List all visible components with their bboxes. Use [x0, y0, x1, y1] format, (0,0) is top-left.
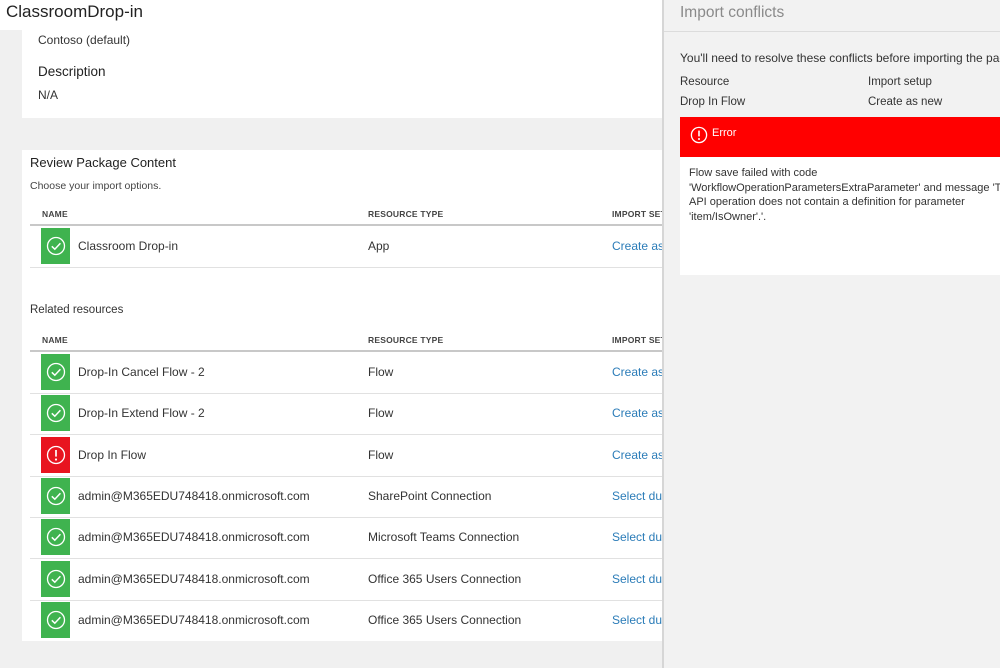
check-circle-icon: [41, 519, 70, 556]
check-circle-icon: [41, 395, 70, 432]
error-details: Flow save failed with code 'WorkflowOper…: [680, 157, 1000, 275]
import-setup-link[interactable]: Create as: [612, 239, 664, 253]
resource-label: Resource: [680, 76, 730, 88]
import-setup-link[interactable]: Create as: [612, 448, 664, 462]
resource-name: admin@M365EDU748418.onmicrosoft.com: [78, 488, 310, 503]
import-setup-link[interactable]: Create as: [612, 365, 664, 379]
related-resources-title: Related resources: [30, 304, 124, 316]
resource-name: Classroom Drop-in: [78, 239, 179, 253]
table-row: Drop-In Cancel Flow - 2 Flow Create as: [30, 352, 664, 394]
table-row: Drop-In Extend Flow - 2 Flow Create as: [30, 393, 664, 436]
page-title: ClassroomDrop-in: [6, 2, 143, 21]
check-circle-icon: [41, 601, 70, 638]
resource-type: Office 365 Users Connection: [368, 571, 522, 586]
resource-name: admin@M365EDU748418.onmicrosoft.com: [78, 612, 310, 627]
error-message: Flow save failed with code 'WorkflowOper…: [689, 166, 1000, 224]
resource-name: Drop In Flow: [78, 447, 147, 462]
error-title: Error: [712, 127, 737, 139]
import-setup-label: Import setup: [868, 76, 932, 88]
check-circle-icon: [41, 560, 70, 597]
column-header-name: NAME: [42, 209, 68, 219]
review-title: Review Package Content: [30, 155, 176, 170]
description-label: Description: [38, 64, 106, 79]
table-row: admin@M365EDU748418.onmicrosoft.com Micro…: [30, 517, 664, 560]
import-setup-link[interactable]: Select dur: [612, 572, 664, 586]
column-header-resource-type: RESOURCE TYPE: [368, 335, 444, 345]
table-row: admin@M365EDU748418.onmicrosoft.com Offic…: [30, 600, 664, 641]
resource-type: Flow: [368, 406, 394, 421]
resource-type: Flow: [368, 447, 394, 462]
panel-intro-text: You'll need to resolve these conflicts b…: [680, 51, 1000, 65]
resource-name: admin@M365EDU748418.onmicrosoft.com: [78, 530, 310, 545]
conflict-setup-value: Create as new: [868, 96, 943, 108]
conflict-resource-value: Drop In Flow: [680, 96, 746, 108]
column-header-name: NAME: [42, 335, 68, 345]
resource-name: Drop-In Extend Flow - 2: [78, 406, 205, 421]
error-message-line: 'WorkflowOperationParametersExtraParamet…: [689, 181, 1000, 194]
table-row: Drop In Flow Flow Create as: [30, 435, 664, 477]
review-subtitle: Choose your import options.: [30, 180, 162, 192]
error-message-line: 'item/IsOwner'.'.: [689, 210, 767, 223]
resource-name: Drop-In Cancel Flow - 2: [78, 365, 205, 379]
exclamation-circle-icon: [690, 126, 708, 149]
import-setup-link[interactable]: Select dur: [612, 613, 664, 627]
resource-type: Office 365 Users Connection: [368, 612, 522, 627]
error-message-line: Flow save failed with code: [689, 167, 818, 179]
resource-type: Microsoft Teams Connection: [368, 530, 520, 545]
check-circle-icon: [41, 228, 70, 264]
import-setup-link[interactable]: Select dur: [612, 530, 664, 544]
import-conflicts-panel: Import conflicts You'll need to resolve …: [662, 0, 1000, 668]
column-header-resource-type: RESOURCE TYPE: [368, 209, 444, 219]
review-package-card: Review Package Content Choose your impor…: [22, 150, 664, 641]
column-header-import-setup: IMPORT SET: [612, 209, 664, 219]
table-row: admin@M365EDU748418.onmicrosoft.com Share…: [30, 476, 664, 518]
error-banner: Error: [680, 117, 1000, 157]
table-row: admin@M365EDU748418.onmicrosoft.com Offic…: [30, 559, 664, 601]
column-header-import-setup: IMPORT SET: [612, 335, 664, 345]
panel-divider: [664, 31, 1000, 32]
resource-type: SharePoint Connection: [368, 488, 492, 503]
resource-type: App: [368, 239, 390, 253]
table-row: Classroom Drop-in App Create as: [30, 226, 664, 268]
app-header: ClassroomDrop-in: [0, 0, 664, 30]
resource-type: Flow: [368, 365, 394, 379]
import-setup-link[interactable]: Create as: [612, 406, 664, 420]
package-details-card: Contoso (default) Description N/A: [22, 30, 664, 118]
check-circle-icon: [41, 477, 70, 514]
error-message-line: API operation does not contain a definit…: [689, 196, 965, 208]
exclamation-circle-icon: [41, 436, 70, 473]
environment-value: Contoso (default): [38, 33, 131, 47]
resource-name: admin@M365EDU748418.onmicrosoft.com: [78, 571, 310, 586]
description-value: N/A: [38, 88, 59, 102]
import-setup-link[interactable]: Select dur: [612, 489, 664, 503]
panel-title: Import conflicts: [680, 4, 785, 21]
check-circle-icon: [41, 354, 70, 390]
